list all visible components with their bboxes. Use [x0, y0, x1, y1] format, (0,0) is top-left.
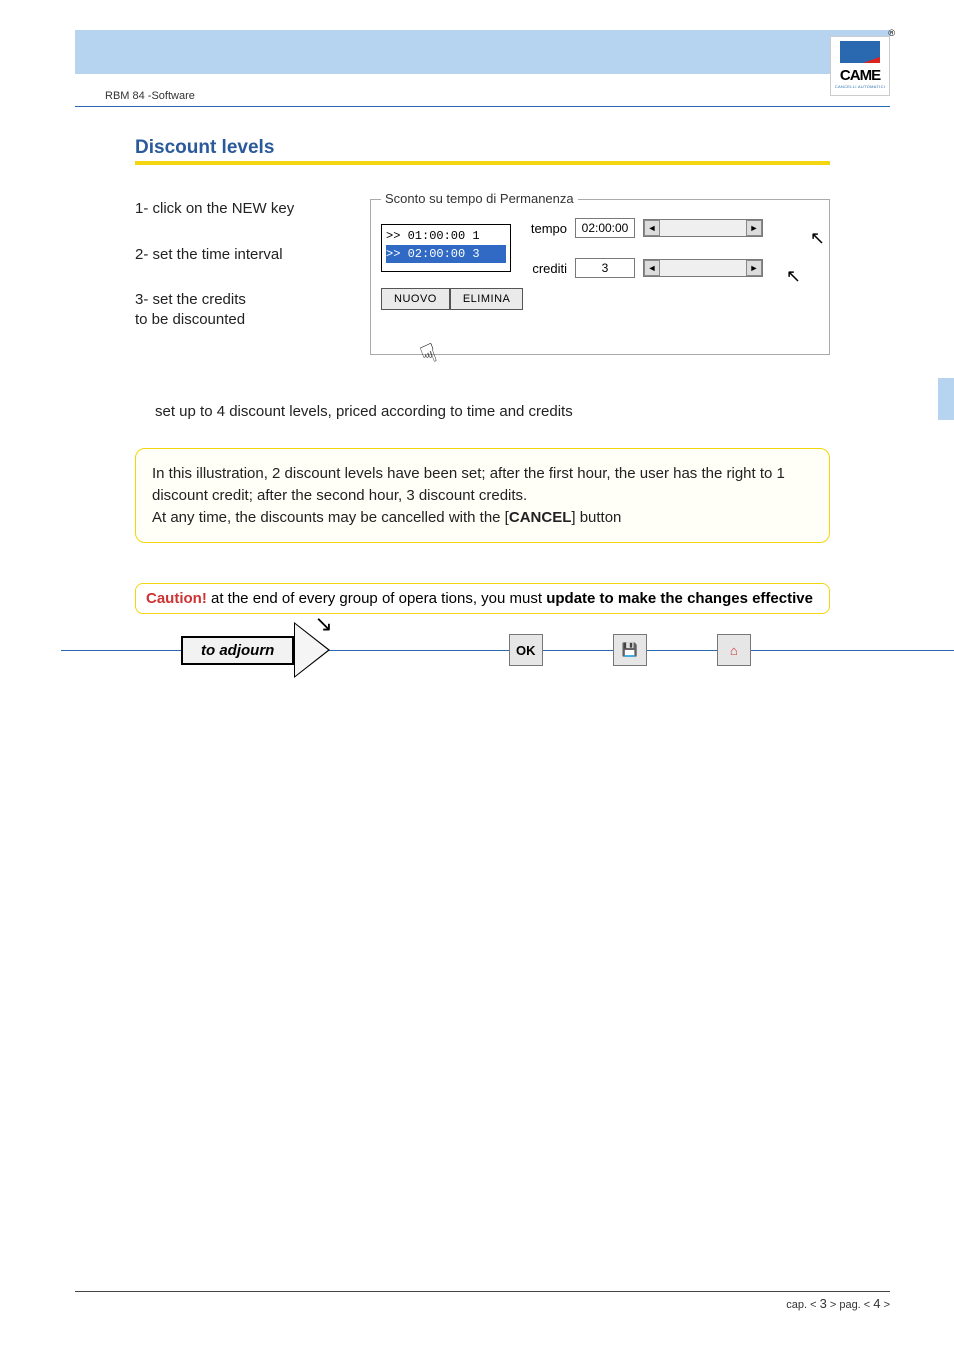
discount-panel: Sconto su tempo di Permanenza >> 01:00:0…: [370, 199, 830, 355]
tempo-field: tempo 02:00:00 ↖: [519, 218, 819, 238]
elimina-button[interactable]: ELIMINA: [450, 288, 524, 310]
info-line-1: In this illustration, 2 discount levels …: [152, 465, 785, 504]
cursor-icon: ↖: [810, 228, 825, 249]
instruction-3a: 3- set the credits: [135, 291, 246, 308]
list-item[interactable]: >> 01:00:00 1: [386, 227, 506, 245]
list-item[interactable]: >> 02:00:00 3: [386, 245, 506, 263]
info-callout: In this illustration, 2 discount levels …: [135, 448, 830, 543]
cursor-icon: ↖: [786, 266, 801, 287]
page: ® CAME CANCELLI AUTOMATICI RBM 84 -Softw…: [75, 30, 890, 678]
adjourn-label: to adjourn: [181, 636, 294, 665]
tempo-value[interactable]: 02:00:00: [575, 218, 635, 238]
footer-cap-num: 3: [820, 1296, 827, 1311]
two-column-layout: 1- click on the NEW key 2- set the time …: [135, 199, 830, 355]
arrow-right-icon: [294, 622, 330, 678]
header-underline: RBM 84 -Software: [75, 86, 890, 107]
panel-legend: Sconto su tempo di Permanenza: [381, 191, 578, 206]
crediti-label: crediti: [519, 261, 567, 276]
home-icon: ⌂: [730, 643, 738, 658]
save-button[interactable]: 💾: [613, 634, 647, 666]
footer-pag-num: 4: [873, 1296, 880, 1311]
slider-left-icon[interactable]: [644, 260, 660, 276]
instruction-3: 3- set the credits to be discounted: [135, 290, 350, 329]
nuovo-button[interactable]: NUOVO: [381, 288, 450, 310]
instruction-1: 1- click on the NEW key: [135, 199, 350, 219]
brand-logo: CAME CANCELLI AUTOMATICI: [830, 36, 890, 96]
logo-flag-icon: [840, 41, 880, 63]
panel-top-row: >> 01:00:00 1 >> 02:00:00 3 tempo 02:00:…: [381, 218, 819, 278]
crediti-field: crediti 3 ↖: [519, 258, 819, 278]
footer-cap-tail: > pag. <: [827, 1299, 873, 1311]
instructions: 1- click on the NEW key 2- set the time …: [135, 199, 350, 355]
content: Discount levels 1- click on the NEW key …: [75, 107, 830, 678]
top-bar: [75, 30, 890, 74]
section-title: Discount levels: [135, 137, 830, 165]
mid-description: set up to 4 discount levels, priced acco…: [155, 403, 830, 420]
info-line-2a: At any time, the discounts may be cancel…: [152, 509, 509, 526]
page-footer: cap. < 3 > pag. < 4 >: [75, 1291, 890, 1311]
product-label: RBM 84 -Software: [105, 90, 195, 102]
slider-left-icon[interactable]: [644, 220, 660, 236]
floppy-icon: 💾: [622, 642, 638, 658]
ok-button[interactable]: OK: [509, 634, 543, 666]
panel-buttons: NUOVO ELIMINA: [381, 288, 819, 310]
caution-bold: update to make the changes effective: [546, 590, 813, 607]
logo-text: CAME: [840, 67, 880, 84]
slider-right-icon[interactable]: [746, 220, 762, 236]
info-cancel-bold: CANCEL: [509, 509, 572, 526]
instruction-3b: to be discounted: [135, 311, 245, 328]
tempo-slider[interactable]: [643, 219, 763, 237]
crediti-value[interactable]: 3: [575, 258, 635, 278]
caution-callout: Caution! at the end of every group of op…: [135, 583, 830, 614]
instruction-2: 2- set the time interval: [135, 245, 350, 265]
footer-cap-label: cap. <: [786, 1299, 819, 1311]
home-button[interactable]: ⌂: [717, 634, 751, 666]
crediti-slider[interactable]: [643, 259, 763, 277]
footer-pag-tail: >: [881, 1299, 890, 1311]
discount-listbox[interactable]: >> 01:00:00 1 >> 02:00:00 3: [381, 224, 511, 272]
tempo-label: tempo: [519, 221, 567, 236]
sliders-column: tempo 02:00:00 ↖ crediti 3: [519, 218, 819, 278]
logo-subtext: CANCELLI AUTOMATICI: [835, 84, 885, 89]
caution-lead: Caution!: [146, 590, 207, 607]
info-line-2c: ] button: [571, 509, 621, 526]
cursor-icon: [416, 337, 441, 372]
side-tab: [938, 378, 954, 420]
slider-right-icon[interactable]: [746, 260, 762, 276]
flow-row: to adjourn ↘ OK 💾 ⌂: [181, 622, 830, 678]
caution-mid: at the end of every group of opera tions…: [207, 590, 546, 607]
